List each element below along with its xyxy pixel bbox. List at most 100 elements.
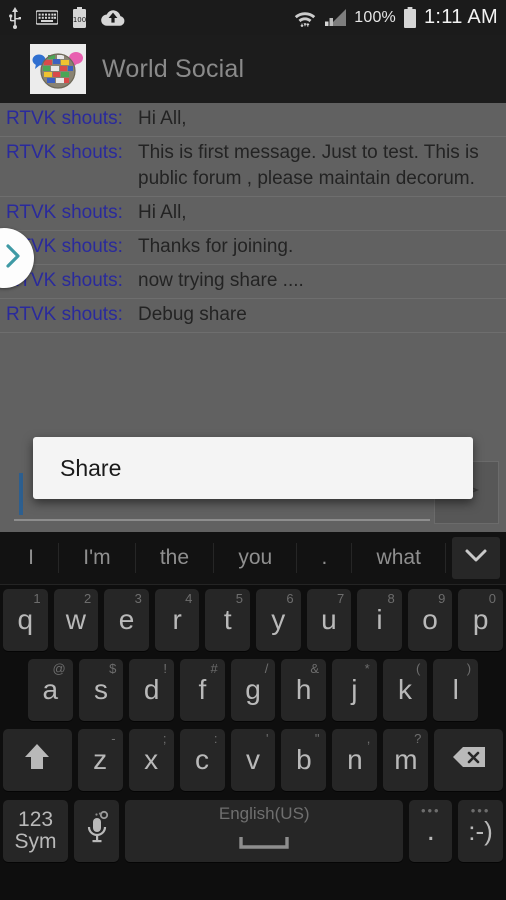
key-alt-label: - — [111, 731, 116, 746]
share-dialog-title: Share — [60, 454, 122, 481]
expand-suggestions-button[interactable] — [452, 537, 501, 579]
voice-input-key[interactable] — [74, 800, 120, 862]
key-label: t — [223, 604, 232, 635]
battery-saver-icon: 100 — [72, 7, 87, 28]
status-bar-left-icons: 100 — [8, 6, 125, 29]
key-h[interactable]: & h — [281, 659, 327, 721]
period-key-dots: ••• — [420, 803, 441, 818]
key-r[interactable]: 4 r — [154, 589, 200, 651]
list-item[interactable]: RTVK shouts: Hi All, — [0, 197, 506, 231]
key-alt-label: 9 — [438, 591, 446, 606]
key-q[interactable]: 1 q — [3, 589, 48, 651]
list-item[interactable]: RTVK shouts: now trying share .... — [0, 265, 506, 299]
emoji-key[interactable]: ••• :‑) — [458, 800, 503, 862]
key-alt-label: ; — [162, 731, 167, 746]
list-item[interactable]: RTVK shouts: Debug share — [0, 299, 506, 333]
suggestion-item[interactable]: what — [352, 543, 447, 573]
key-label: g — [245, 674, 261, 705]
key-alt-label: 8 — [387, 591, 395, 606]
key-m[interactable]: ? m — [383, 729, 429, 791]
space-key-language-label: English(US) — [218, 804, 310, 823]
battery-percent-label: 100% — [354, 8, 396, 26]
shift-key[interactable] — [2, 729, 72, 791]
key-label: q — [17, 604, 34, 635]
key-label: x — [144, 744, 159, 775]
key-t[interactable]: 5 t — [205, 589, 250, 651]
key-f[interactable]: # f — [180, 659, 225, 721]
key-s[interactable]: $ s — [78, 659, 124, 721]
soft-keyboard: I I'm the you . what 1 q 2 w 3 e 4 r 5 t… — [0, 532, 506, 900]
key-alt-label: & — [310, 661, 320, 676]
key-l[interactable]: ) l — [433, 659, 479, 721]
key-alt-label: ? — [414, 731, 422, 746]
list-item[interactable]: RTVK shouts: Hi All, — [0, 103, 506, 137]
symbols-key-bottom-label: Sym — [14, 830, 57, 853]
period-key[interactable]: ••• . — [409, 800, 453, 862]
key-o[interactable]: 9 o — [407, 589, 453, 651]
key-j[interactable]: * j — [332, 659, 377, 721]
key-v[interactable]: ' v — [230, 729, 276, 791]
key-label: r — [172, 604, 182, 635]
cellular-signal-icon — [324, 8, 347, 27]
list-item[interactable]: RTVK shouts: This is first message. Just… — [0, 137, 506, 197]
list-item[interactable]: RTVK shouts: Thanks for joining. — [0, 231, 506, 265]
key-w[interactable]: 2 w — [53, 589, 99, 651]
phone-screen: 100 100% 1:11 AM World Social RTVK shout… — [0, 0, 506, 900]
key-label: i — [376, 604, 383, 635]
key-alt-label: * — [364, 661, 370, 676]
key-y[interactable]: 6 y — [256, 589, 301, 651]
key-z[interactable]: - z — [77, 729, 123, 791]
key-u[interactable]: 7 u — [306, 589, 352, 651]
suggestion-item[interactable]: I — [4, 543, 60, 573]
cloud-upload-icon — [101, 9, 125, 26]
key-k[interactable]: ( k — [382, 659, 428, 721]
backspace-key[interactable] — [434, 729, 504, 791]
status-bar: 100 100% 1:11 AM — [0, 0, 506, 35]
space-key[interactable]: English(US) — [125, 800, 404, 862]
message-text: Hi All, — [138, 202, 187, 223]
key-label: s — [93, 674, 108, 705]
suggestion-item[interactable]: the — [136, 543, 215, 573]
key-label: b — [296, 744, 312, 775]
key-alt-label: 2 — [83, 591, 92, 606]
message-username: RTVK shouts: — [6, 304, 123, 325]
symbols-key[interactable]: 123 Sym — [3, 800, 69, 862]
key-p[interactable]: 0 p — [458, 589, 503, 651]
app-title: World Social — [102, 54, 245, 83]
key-alt-label: ' — [266, 731, 269, 746]
world-social-app-icon — [30, 44, 86, 94]
key-n[interactable]: , n — [332, 729, 378, 791]
text-caret — [19, 473, 23, 515]
usb-icon — [8, 6, 22, 29]
message-username: RTVK shouts: — [6, 202, 123, 223]
key-label: k — [398, 674, 413, 705]
key-alt-label: ) — [466, 661, 472, 676]
suggestion-item[interactable]: . — [297, 543, 353, 573]
key-d[interactable]: ! d — [129, 659, 174, 721]
suggestion-item[interactable]: I'm — [59, 543, 136, 573]
battery-icon — [403, 7, 417, 28]
message-username: RTVK shouts: — [6, 142, 123, 163]
chevron-down-icon — [464, 548, 488, 568]
keyboard-icon — [36, 10, 58, 25]
key-label: p — [472, 604, 489, 635]
key-alt-label: ( — [416, 661, 421, 676]
keyboard-row-2: @ a $ s ! d # f / g & h * j ( k) l — [0, 655, 506, 725]
key-b[interactable]: " b — [281, 729, 327, 791]
key-label: n — [347, 744, 363, 775]
period-key-label: . — [426, 814, 435, 847]
key-alt-label: " — [314, 731, 320, 746]
key-g[interactable]: / g — [230, 659, 276, 721]
key-e[interactable]: 3 e — [104, 589, 149, 651]
suggestion-item[interactable]: you — [214, 543, 298, 573]
message-text: now trying share .... — [138, 270, 304, 291]
message-text: This is first message. Just to test. Thi… — [138, 142, 479, 189]
key-c[interactable]: : c — [179, 729, 225, 791]
key-label: f — [198, 674, 207, 705]
key-i[interactable]: 8 i — [357, 589, 402, 651]
chevron-right-icon — [0, 243, 23, 274]
share-dialog[interactable]: Share — [33, 437, 473, 499]
key-x[interactable]: ; x — [128, 729, 174, 791]
key-a[interactable]: @ a — [27, 659, 73, 721]
key-label: l — [452, 674, 459, 705]
